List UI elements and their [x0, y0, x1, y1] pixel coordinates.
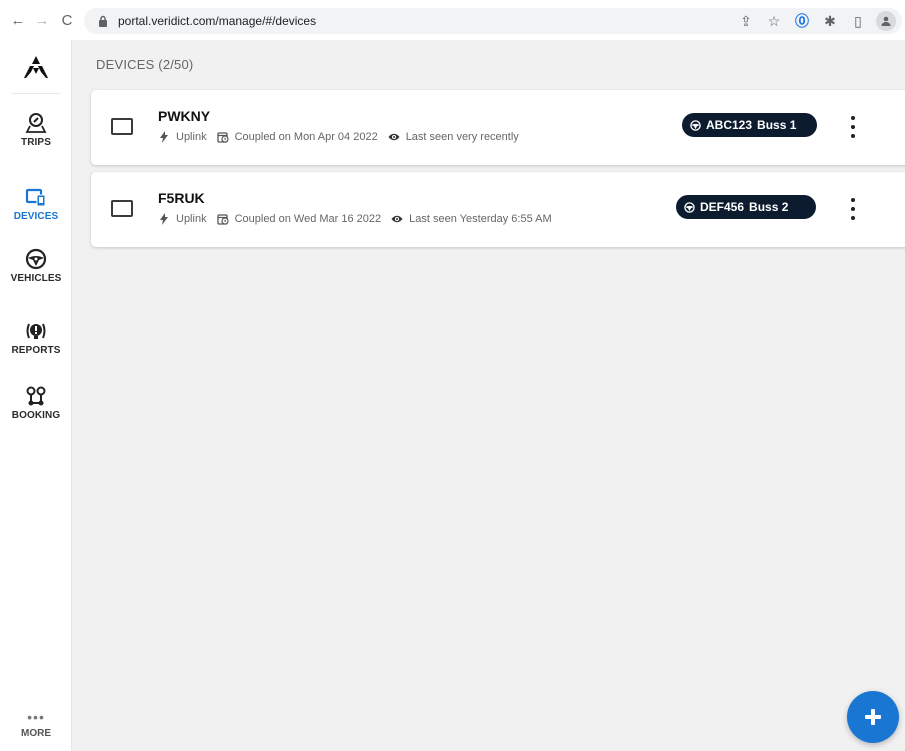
lock-icon: [99, 15, 107, 27]
password-manager-icon[interactable]: ⓪: [792, 11, 812, 31]
profile-icon[interactable]: [876, 11, 896, 31]
device-meta: Uplink Coupled on Wed Mar 16 2022 Last s…: [158, 213, 552, 225]
vehicle-badge[interactable]: DEF456 Buss 2: [676, 195, 816, 219]
booking-icon: [25, 385, 47, 407]
calendar-clock-icon: [216, 213, 229, 225]
sidebar-item-devices[interactable]: DEVICES: [0, 186, 72, 236]
coupled-date: Coupled on Mon Apr 04 2022: [234, 131, 378, 143]
page-title: DEVICES (2/50): [96, 57, 194, 72]
coupled-date: Coupled on Wed Mar 16 2022: [234, 213, 382, 225]
sidebar-item-label: VEHICLES: [10, 273, 62, 284]
sidebar-item-reports[interactable]: REPORTS: [0, 320, 72, 370]
last-seen: Last seen Yesterday 6:55 AM: [409, 213, 552, 225]
reload-icon[interactable]: C: [57, 10, 77, 30]
browser-toolbar: ← → C portal.veridict.com/manage/#/devic…: [0, 0, 905, 40]
reports-icon: [25, 320, 47, 342]
device-name: F5RUK: [158, 190, 205, 206]
url-text[interactable]: portal.veridict.com/manage/#/devices: [118, 14, 316, 28]
brand-logo-icon[interactable]: [24, 56, 48, 78]
plus-icon: [865, 709, 881, 725]
device-meta: Uplink Coupled on Mon Apr 04 2022 Last s…: [158, 131, 519, 143]
forward-arrow-icon[interactable]: →: [32, 10, 52, 30]
sidebar-item-label: TRIPS: [21, 137, 51, 148]
steering-wheel-icon: [25, 248, 47, 270]
steering-wheel-icon: [690, 119, 701, 131]
device-card[interactable]: F5RUK Uplink Coupled on Wed Mar 16 2022 …: [91, 172, 905, 247]
sidebar: TRIPS DEVICES VEHICLES REPORTS BOOKING •…: [0, 40, 72, 751]
vehicle-name: Buss 2: [749, 200, 789, 214]
more-button[interactable]: MORE: [0, 728, 72, 739]
extensions-icon[interactable]: ✱: [820, 11, 840, 31]
back-arrow-icon[interactable]: ←: [8, 10, 28, 30]
more-options-icon[interactable]: [847, 198, 859, 220]
devices-icon: [25, 186, 47, 208]
connection-type: Uplink: [176, 213, 207, 225]
add-device-button[interactable]: [847, 691, 899, 743]
device-name: PWKNY: [158, 108, 211, 124]
eye-icon: [388, 131, 400, 143]
trips-icon: [25, 112, 47, 134]
share-icon[interactable]: ⇪: [736, 11, 756, 31]
steering-wheel-icon: [684, 201, 695, 213]
star-icon[interactable]: ☆: [764, 11, 784, 31]
sidebar-item-booking[interactable]: BOOKING: [0, 385, 72, 435]
sidebar-item-label: REPORTS: [11, 345, 61, 356]
vehicle-plate: ABC123: [706, 118, 753, 132]
sidebar-item-label: BOOKING: [11, 410, 61, 421]
last-seen: Last seen very recently: [405, 131, 519, 143]
sidebar-icon[interactable]: ▯: [848, 11, 868, 31]
logo-divider: [12, 93, 60, 94]
device-card[interactable]: PWKNY Uplink Coupled on Mon Apr 04 2022 …: [91, 90, 905, 165]
sidebar-item-label: DEVICES: [13, 211, 59, 222]
eye-icon: [391, 213, 403, 225]
connection-type: Uplink: [176, 131, 207, 143]
device-select-checkbox[interactable]: [111, 118, 133, 135]
device-select-checkbox[interactable]: [111, 200, 133, 217]
vehicle-badge[interactable]: ABC123 Buss 1: [682, 113, 817, 137]
more-options-icon[interactable]: [847, 116, 859, 138]
address-bar[interactable]: portal.veridict.com/manage/#/devices ⇪ ☆…: [84, 8, 902, 34]
vehicle-name: Buss 1: [757, 118, 797, 132]
vehicle-plate: DEF456: [700, 200, 745, 214]
calendar-clock-icon: [216, 131, 229, 143]
bolt-icon: [158, 131, 170, 143]
sidebar-item-vehicles[interactable]: VEHICLES: [0, 248, 72, 298]
more-dots-icon[interactable]: •••: [0, 709, 72, 725]
sidebar-item-trips[interactable]: TRIPS: [0, 112, 72, 162]
bolt-icon: [158, 213, 170, 225]
